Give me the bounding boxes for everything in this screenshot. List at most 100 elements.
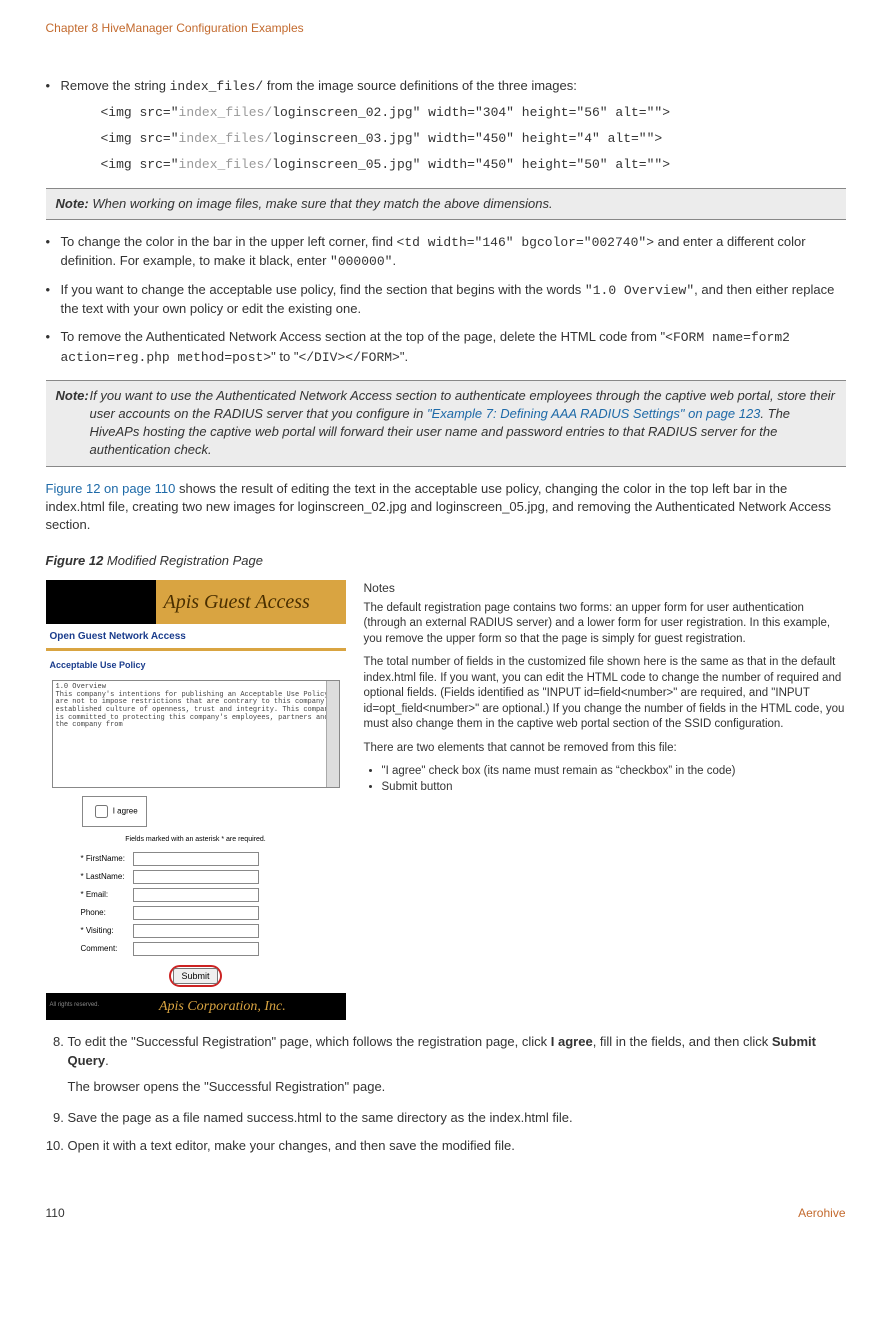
phone-input[interactable] [133,906,259,920]
notes-list: "I agree" check box (its name must remai… [364,764,846,795]
firstname-input[interactable] [133,852,259,866]
brand-name: Aerohive [798,1205,845,1222]
field-label: * Email: [78,887,128,903]
figure-intro-paragraph: Figure 12 on page 110 shows the result o… [46,480,846,535]
text: . [105,1053,109,1068]
table-row: * Email: [78,887,262,903]
rights-text: All rights reserved. [46,997,100,1009]
text: To edit the "Successful Registration" pa… [68,1034,551,1049]
figure-caption: Modified Registration Page [103,553,263,568]
figure-ref-link[interactable]: Figure 12 on page 110 [46,481,176,496]
email-input[interactable] [133,888,259,902]
code: <img src=" [101,105,179,120]
text: , fill in the fields, and then click [593,1034,772,1049]
agree-checkbox[interactable] [95,805,108,818]
gold-separator [46,648,346,651]
inline-code: </DIV></FORM> [298,350,399,365]
figure-12-title: Figure 12 Modified Registration Page [46,552,846,570]
page-footer: 110 Aerohive [46,1205,846,1222]
table-row: * FirstName: [78,851,262,867]
code: <img src=" [101,157,179,172]
field-label: Comment: [78,941,128,957]
code: loginscreen_03.jpg" width="450" height="… [272,131,662,146]
note-dimensions: Note: When working on image files, make … [46,188,846,220]
submit-highlight: Submit [169,965,221,987]
note-auth-section: Note: If you want to use the Authenticat… [46,380,846,467]
bullet-change-policy: If you want to change the acceptable use… [61,281,846,318]
black-corner [46,580,156,624]
table-row: * LastName: [78,869,262,885]
bullet-remove-auth: To remove the Authenticated Network Acce… [61,328,846,366]
banner-row: Apis Guest Access [46,580,346,624]
table-row: Comment: [78,941,262,957]
bullet-remove-string: Remove the string index_files/ from the … [61,77,846,175]
lastname-input[interactable] [133,870,259,884]
open-access-heading: Open Guest Network Access [46,624,346,646]
bullet-list-2: To change the color in the bar in the up… [46,233,846,367]
figure-notes: Notes The default registration page cont… [364,580,846,795]
inline-code: "1.0 Overview" [585,283,694,298]
policy-text: 1.0 Overview This company's intentions f… [56,683,337,729]
notes-para: There are two elements that cannot be re… [364,741,846,757]
ui-action: I agree [551,1034,593,1049]
inline-code: index_files/ [170,79,264,94]
submit-row: Submit [46,965,346,987]
text: Remove the string [61,78,170,93]
code-line-3: <img src="index_files/loginscreen_05.jpg… [101,156,846,174]
text: To remove the Authenticated Network Acce… [61,329,666,344]
registration-page-mockup: Apis Guest Access Open Guest Network Acc… [46,580,346,1020]
policy-textarea[interactable]: 1.0 Overview This company's intentions f… [52,680,340,788]
field-label: * FirstName: [78,851,128,867]
text: . [392,253,396,268]
inline-code: <td width="146" bgcolor="002740"> [397,235,654,250]
text: If you want to change the acceptable use… [61,282,585,297]
step-result: The browser opens the "Successful Regist… [68,1078,846,1096]
text: To change the color in the bar in the up… [61,234,397,249]
text: ". [400,349,408,364]
note-label: Note: [56,196,89,211]
policy-heading: Acceptable Use Policy [46,657,346,678]
text: from the image source definitions of the… [263,78,577,93]
chapter-header: Chapter 8 HiveManager Configuration Exam… [46,20,846,37]
required-note: Fields marked with an asterisk * are req… [46,835,346,845]
step-10: Open it with a text editor, make your ch… [68,1137,846,1155]
footer-brand: Apis Corporation, Inc. [159,999,286,1014]
figure-number: Figure 12 [46,553,104,568]
code-line-2: <img src="index_files/loginscreen_03.jpg… [101,130,846,148]
notes-para: The default registration page contains t… [364,601,846,648]
figure-12-content: Apis Guest Access Open Guest Network Acc… [46,580,846,1020]
note-label: Note: [56,387,89,405]
page-number: 110 [46,1205,65,1222]
agree-label: I agree [113,807,138,816]
code-removed: index_files/ [179,157,273,172]
footer-bar: All rights reserved. Apis Corporation, I… [46,993,346,1021]
cross-ref-link[interactable]: "Example 7: Defining AAA RADIUS Settings… [427,406,760,421]
note-text: When working on image files, make sure t… [89,196,553,211]
registration-fields: * FirstName: * LastName: * Email: Phone:… [76,849,264,959]
banner-title: Apis Guest Access [156,580,346,624]
text: " to " [271,349,298,364]
code-removed: index_files/ [179,131,273,146]
submit-button[interactable]: Submit [173,968,217,984]
numbered-steps: To edit the "Successful Registration" pa… [46,1033,846,1155]
table-row: Phone: [78,905,262,921]
bullet-change-color: To change the color in the bar in the up… [61,233,846,271]
scrollbar[interactable] [326,681,339,787]
code-removed: index_files/ [179,105,273,120]
field-label: * LastName: [78,869,128,885]
step-9: Save the page as a file named success.ht… [68,1109,846,1127]
notes-heading: Notes [364,580,846,596]
field-label: * Visiting: [78,923,128,939]
list-item: Submit button [382,780,846,796]
step-8: To edit the "Successful Registration" pa… [68,1033,846,1096]
list-item: "I agree" check box (its name must remai… [382,764,846,780]
code: loginscreen_05.jpg" width="450" height="… [272,157,670,172]
visiting-input[interactable] [133,924,259,938]
inline-code: "000000" [330,254,392,269]
notes-para: The total number of fields in the custom… [364,655,846,733]
table-row: * Visiting: [78,923,262,939]
code: <img src=" [101,131,179,146]
comment-input[interactable] [133,942,259,956]
agree-container: I agree [82,796,147,827]
code: loginscreen_02.jpg" width="304" height="… [272,105,670,120]
